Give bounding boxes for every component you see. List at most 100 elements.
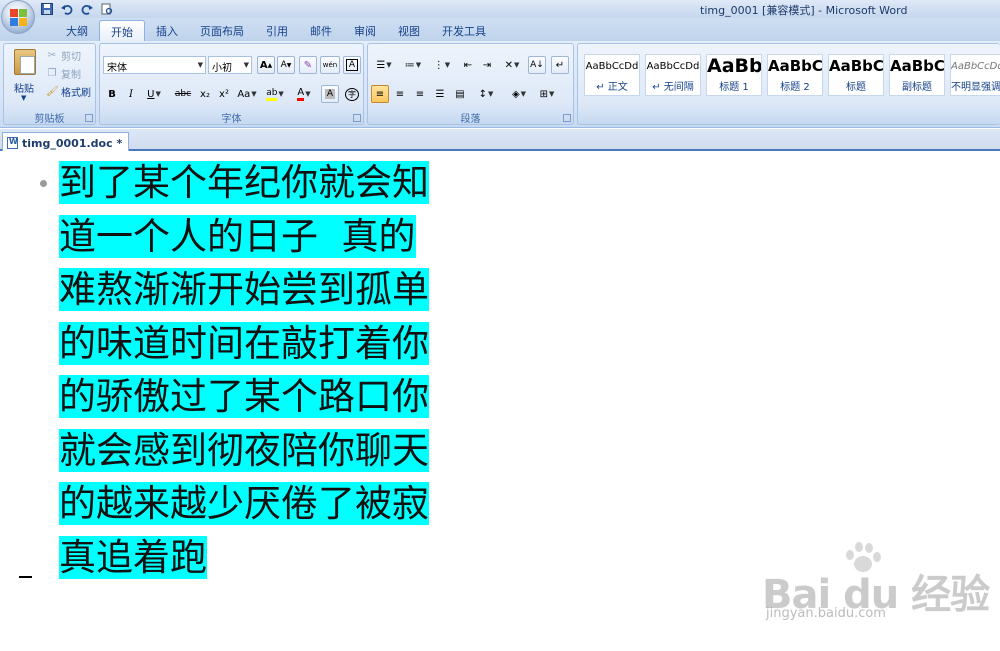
document-tab[interactable]: timg_0001.doc *: [2, 132, 130, 151]
highlight-color-button[interactable]: ab ▼: [262, 85, 288, 103]
paragraph-dialog-launcher-icon[interactable]: [563, 114, 571, 122]
format-painter-label: 格式刷: [61, 88, 91, 99]
chinese-layout-button[interactable]: ✕ ▼: [499, 56, 525, 74]
align-right-button[interactable]: ≡: [411, 85, 429, 103]
increase-indent-button[interactable]: ⇥: [478, 56, 496, 74]
clipboard-dialog-launcher-icon[interactable]: [85, 114, 93, 122]
tab-page-layout[interactable]: 页面布局: [189, 20, 255, 41]
format-painter-button[interactable]: 🖌 格式刷: [46, 84, 91, 99]
eraser-icon: ✎: [303, 59, 313, 71]
paragraph-line: 就会感到彻夜陪你聊天: [59, 428, 429, 472]
save-icon[interactable]: [40, 2, 54, 16]
clipboard-group: 粘贴 ▼ ✂ 剪切 ❐ 复制 🖌 格式刷 剪贴板: [3, 43, 96, 125]
shrink-font-button[interactable]: A ▼: [277, 56, 295, 74]
chevron-down-icon: ▼: [415, 61, 422, 69]
character-shading-button[interactable]: A: [321, 85, 339, 103]
baidu-jingyan-watermark: Bai du 经验 jingyan.baidu.com: [762, 540, 990, 640]
shading-button[interactable]: ◈ ▼: [506, 85, 532, 103]
style-heading-1[interactable]: AaBb 标题 1: [706, 54, 762, 96]
paragraph-line: 难熬渐渐开始尝到孤单: [59, 268, 429, 311]
change-case-button[interactable]: Aa ▼: [234, 85, 260, 103]
paste-dropdown-icon[interactable]: ▼: [21, 94, 26, 102]
paste-button[interactable]: 粘贴: [14, 80, 34, 95]
align-left-button[interactable]: ≡: [371, 85, 389, 103]
indent-icon: ⇥: [482, 59, 492, 71]
tab-outline[interactable]: 大纲: [55, 20, 99, 41]
outdent-icon: ⇤: [463, 59, 473, 71]
bullets-button[interactable]: ☰ ▼: [371, 56, 397, 74]
distributed-button[interactable]: ▤: [451, 85, 469, 103]
style-name: 标题: [846, 82, 866, 93]
align-center-button[interactable]: ≡: [391, 85, 409, 103]
style-sample: AaBbCcDd: [585, 61, 639, 72]
copy-button[interactable]: ❐ 复制: [46, 66, 81, 81]
tab-references[interactable]: 引用: [255, 20, 299, 41]
grow-font-button[interactable]: A ▲: [257, 56, 275, 74]
font-group: 宋体 ▼ 小初 ▼ A ▲ A ▼ ✎ wén A B I U ▼ abc x₂…: [99, 43, 364, 125]
justify-button[interactable]: ☰: [431, 85, 449, 103]
tab-insert[interactable]: 插入: [145, 20, 189, 41]
office-button[interactable]: [1, 0, 35, 34]
style-title[interactable]: AaBbC 标题: [828, 54, 884, 96]
borders-button[interactable]: ⊞ ▼: [534, 85, 560, 103]
sort-button[interactable]: A↓: [528, 56, 546, 74]
paint-bucket-icon: ◈: [511, 88, 520, 100]
chevron-down-icon: ▼: [549, 90, 555, 98]
tab-developer[interactable]: 开发工具: [431, 20, 497, 41]
paragraph-group-label: 段落: [460, 114, 481, 125]
justify-icon: ☰: [435, 88, 445, 100]
font-dialog-launcher-icon[interactable]: [353, 114, 361, 122]
paragraph-line: 到了某个年纪你就会知: [59, 161, 429, 204]
cut-button[interactable]: ✂ 剪切: [46, 48, 81, 63]
bold-button[interactable]: B: [103, 85, 121, 103]
paste-icon[interactable]: [14, 49, 36, 75]
style-no-spacing[interactable]: AaBbCcDd ↵ 无间隔: [645, 54, 701, 96]
font-color-button[interactable]: A ▼: [291, 85, 317, 103]
style-subtle-emphasis[interactable]: AaBbCcDd 不明显强调: [950, 54, 1000, 96]
decrease-indent-button[interactable]: ⇤: [459, 56, 477, 74]
chevron-down-icon: ▼: [243, 61, 249, 69]
font-size-combo[interactable]: 小初 ▼: [208, 56, 252, 74]
style-name: ↵ 无间隔: [652, 82, 694, 93]
enclose-characters-button[interactable]: 字: [343, 85, 361, 103]
tab-home[interactable]: 开始: [99, 20, 145, 41]
line-spacing-button[interactable]: ↕ ▼: [473, 85, 499, 103]
print-preview-icon[interactable]: [100, 2, 114, 16]
show-formatting-marks-button[interactable]: ↵: [551, 56, 569, 74]
redo-icon[interactable]: [80, 2, 94, 16]
style-normal[interactable]: AaBbCcDd ↵ 正文: [584, 54, 640, 96]
underline-button[interactable]: U ▼: [141, 85, 167, 103]
chevron-down-icon: ▼: [444, 61, 451, 69]
scissors-icon: ✂: [47, 50, 57, 61]
italic-label: I: [129, 88, 133, 100]
character-border-icon: A: [345, 59, 359, 71]
subscript-button[interactable]: x₂: [196, 85, 214, 103]
tab-mailings[interactable]: 邮件: [299, 20, 343, 41]
character-border-button[interactable]: A: [343, 56, 361, 74]
superscript-button[interactable]: x²: [215, 85, 233, 103]
phonetic-guide-button[interactable]: wén: [320, 56, 340, 74]
bullet-list-icon: ☰: [376, 59, 386, 71]
quick-access-toolbar: [40, 1, 114, 17]
italic-button[interactable]: I: [122, 85, 140, 103]
style-heading-2[interactable]: AaBbC 标题 2: [767, 54, 823, 96]
tab-review[interactable]: 审阅: [343, 20, 387, 41]
chevron-down-icon: ▼: [520, 90, 527, 98]
style-subtitle[interactable]: AaBbC 副标题: [889, 54, 945, 96]
multilevel-list-icon: ⋮: [433, 59, 444, 71]
clear-formatting-button[interactable]: ✎: [299, 56, 317, 74]
strikethrough-button[interactable]: abc: [170, 85, 196, 103]
style-sample: AaBbCcDd: [951, 61, 1000, 72]
tab-view[interactable]: 视图: [387, 20, 431, 41]
numbering-button[interactable]: ≔ ▼: [400, 56, 426, 74]
undo-icon[interactable]: [60, 2, 74, 16]
font-name-combo[interactable]: 宋体 ▼: [103, 56, 206, 74]
paragraph-line: 真追着跑: [59, 535, 207, 579]
multilevel-list-button[interactable]: ⋮ ▼: [429, 56, 455, 74]
selected-paragraph[interactable]: 到了某个年纪你就会知 道一个人的日子 真的 难熬渐渐开始尝到孤单 的味道时间在敲…: [59, 156, 469, 584]
bold-label: B: [108, 88, 116, 100]
end-of-document-mark: [19, 576, 32, 578]
highlighter-icon: ab: [266, 88, 278, 101]
style-name: 不明显强调: [951, 82, 1000, 93]
styles-group: AaBbCcDd ↵ 正文 AaBbCcDd ↵ 无间隔 AaBb 标题 1 A…: [577, 43, 1000, 125]
